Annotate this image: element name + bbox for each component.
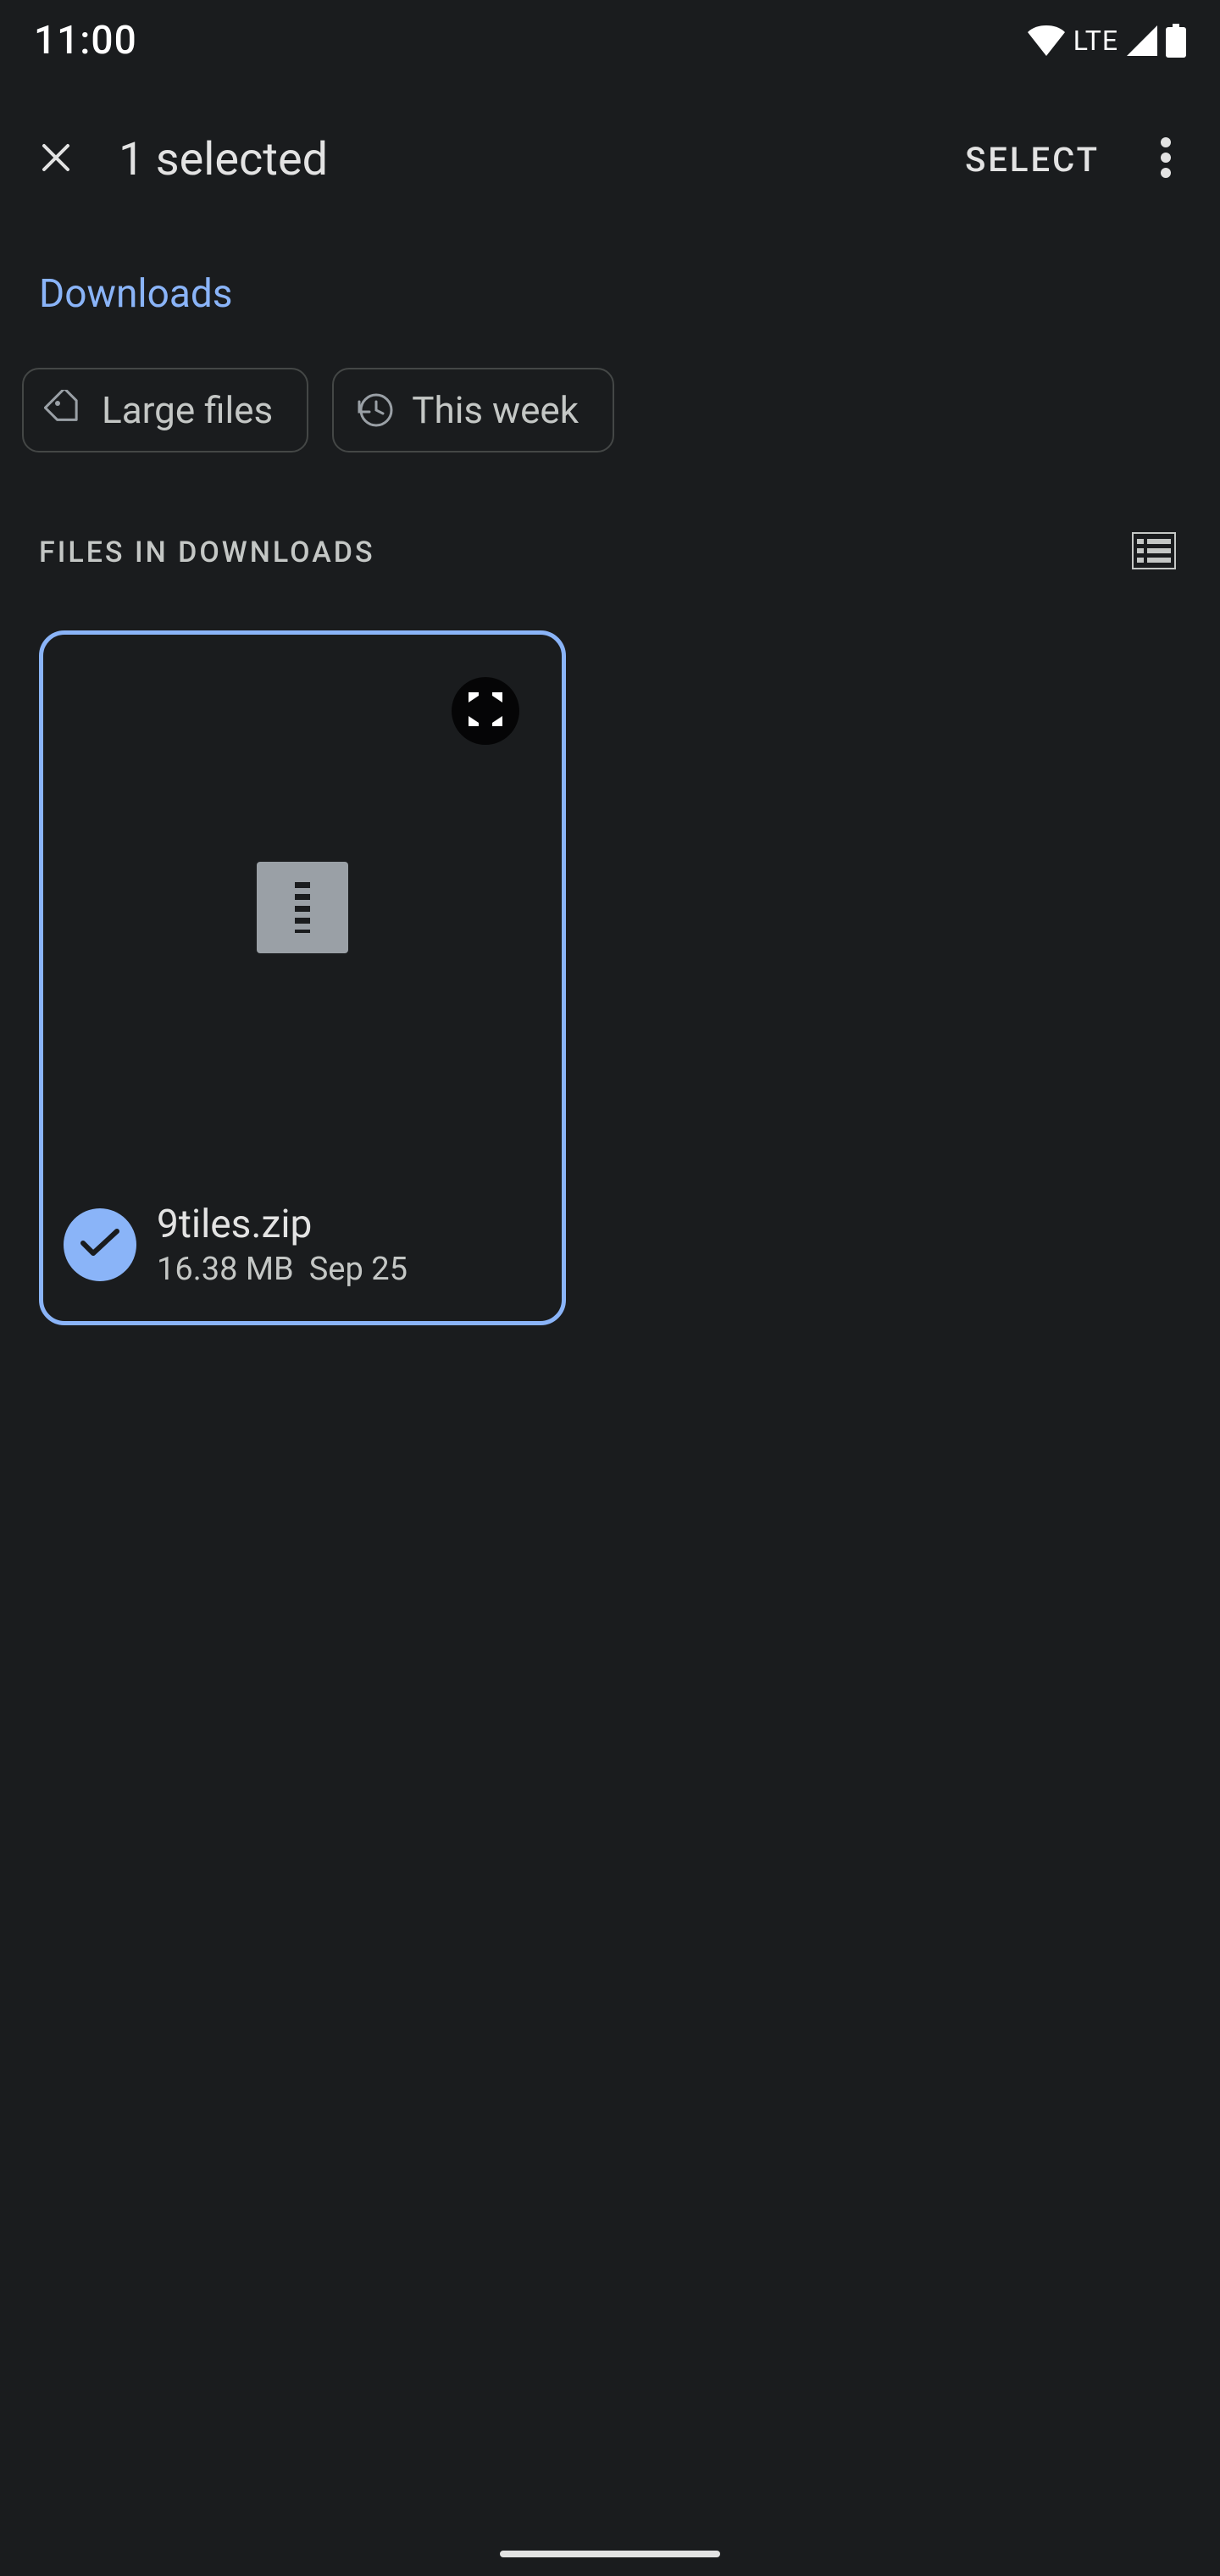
breadcrumb-downloads[interactable]: Downloads (39, 271, 233, 317)
selection-count-title: 1 selected (119, 133, 940, 186)
file-grid: 9tiles.zip 16.38 MB Sep 25 (0, 597, 1220, 1359)
status-time: 11:00 (34, 18, 137, 64)
wifi-icon (1028, 25, 1065, 56)
close-icon (36, 137, 76, 181)
history-icon (354, 390, 395, 430)
select-all-button[interactable]: SELECT (940, 123, 1125, 197)
file-footer: 9tiles.zip 16.38 MB Sep 25 (43, 1169, 562, 1321)
filter-this-week[interactable]: This week (332, 368, 614, 452)
file-date: Sep 25 (309, 1251, 408, 1288)
tag-icon (44, 390, 85, 430)
file-card[interactable]: 9tiles.zip 16.38 MB Sep 25 (39, 630, 566, 1325)
file-meta: 16.38 MB Sep 25 (157, 1251, 408, 1288)
file-thumbnail (257, 862, 348, 953)
navigation-bar-handle[interactable] (500, 2551, 720, 2557)
breadcrumb: Downloads (0, 237, 1220, 342)
filter-row: Large files This week (0, 342, 1220, 478)
battery-icon (1166, 24, 1186, 58)
file-name: 9tiles.zip (157, 1202, 408, 1247)
filter-large-files[interactable]: Large files (22, 368, 308, 452)
signal-icon (1127, 25, 1157, 56)
app-bar: 1 selected SELECT (0, 81, 1220, 237)
zip-icon (295, 882, 310, 933)
file-text: 9tiles.zip 16.38 MB Sep 25 (157, 1202, 408, 1288)
more-vert-icon (1161, 137, 1171, 181)
network-type-label: LTE (1073, 25, 1118, 57)
close-button[interactable] (14, 117, 98, 202)
fullscreen-icon (467, 691, 504, 731)
filter-label: Large files (102, 388, 273, 432)
more-menu-button[interactable] (1125, 119, 1206, 200)
status-bar: 11:00 LTE (0, 0, 1220, 81)
section-title: FILES IN DOWNLOADS (39, 536, 375, 569)
file-size: 16.38 MB (157, 1251, 294, 1288)
expand-preview-button[interactable] (452, 677, 519, 745)
view-toggle-button[interactable] (1127, 525, 1181, 580)
selection-checkmark[interactable] (64, 1208, 136, 1281)
filter-label: This week (412, 388, 579, 432)
section-header: FILES IN DOWNLOADS (0, 478, 1220, 597)
list-view-icon (1132, 532, 1176, 573)
check-icon (78, 1226, 122, 1263)
status-icons: LTE (1028, 24, 1186, 58)
